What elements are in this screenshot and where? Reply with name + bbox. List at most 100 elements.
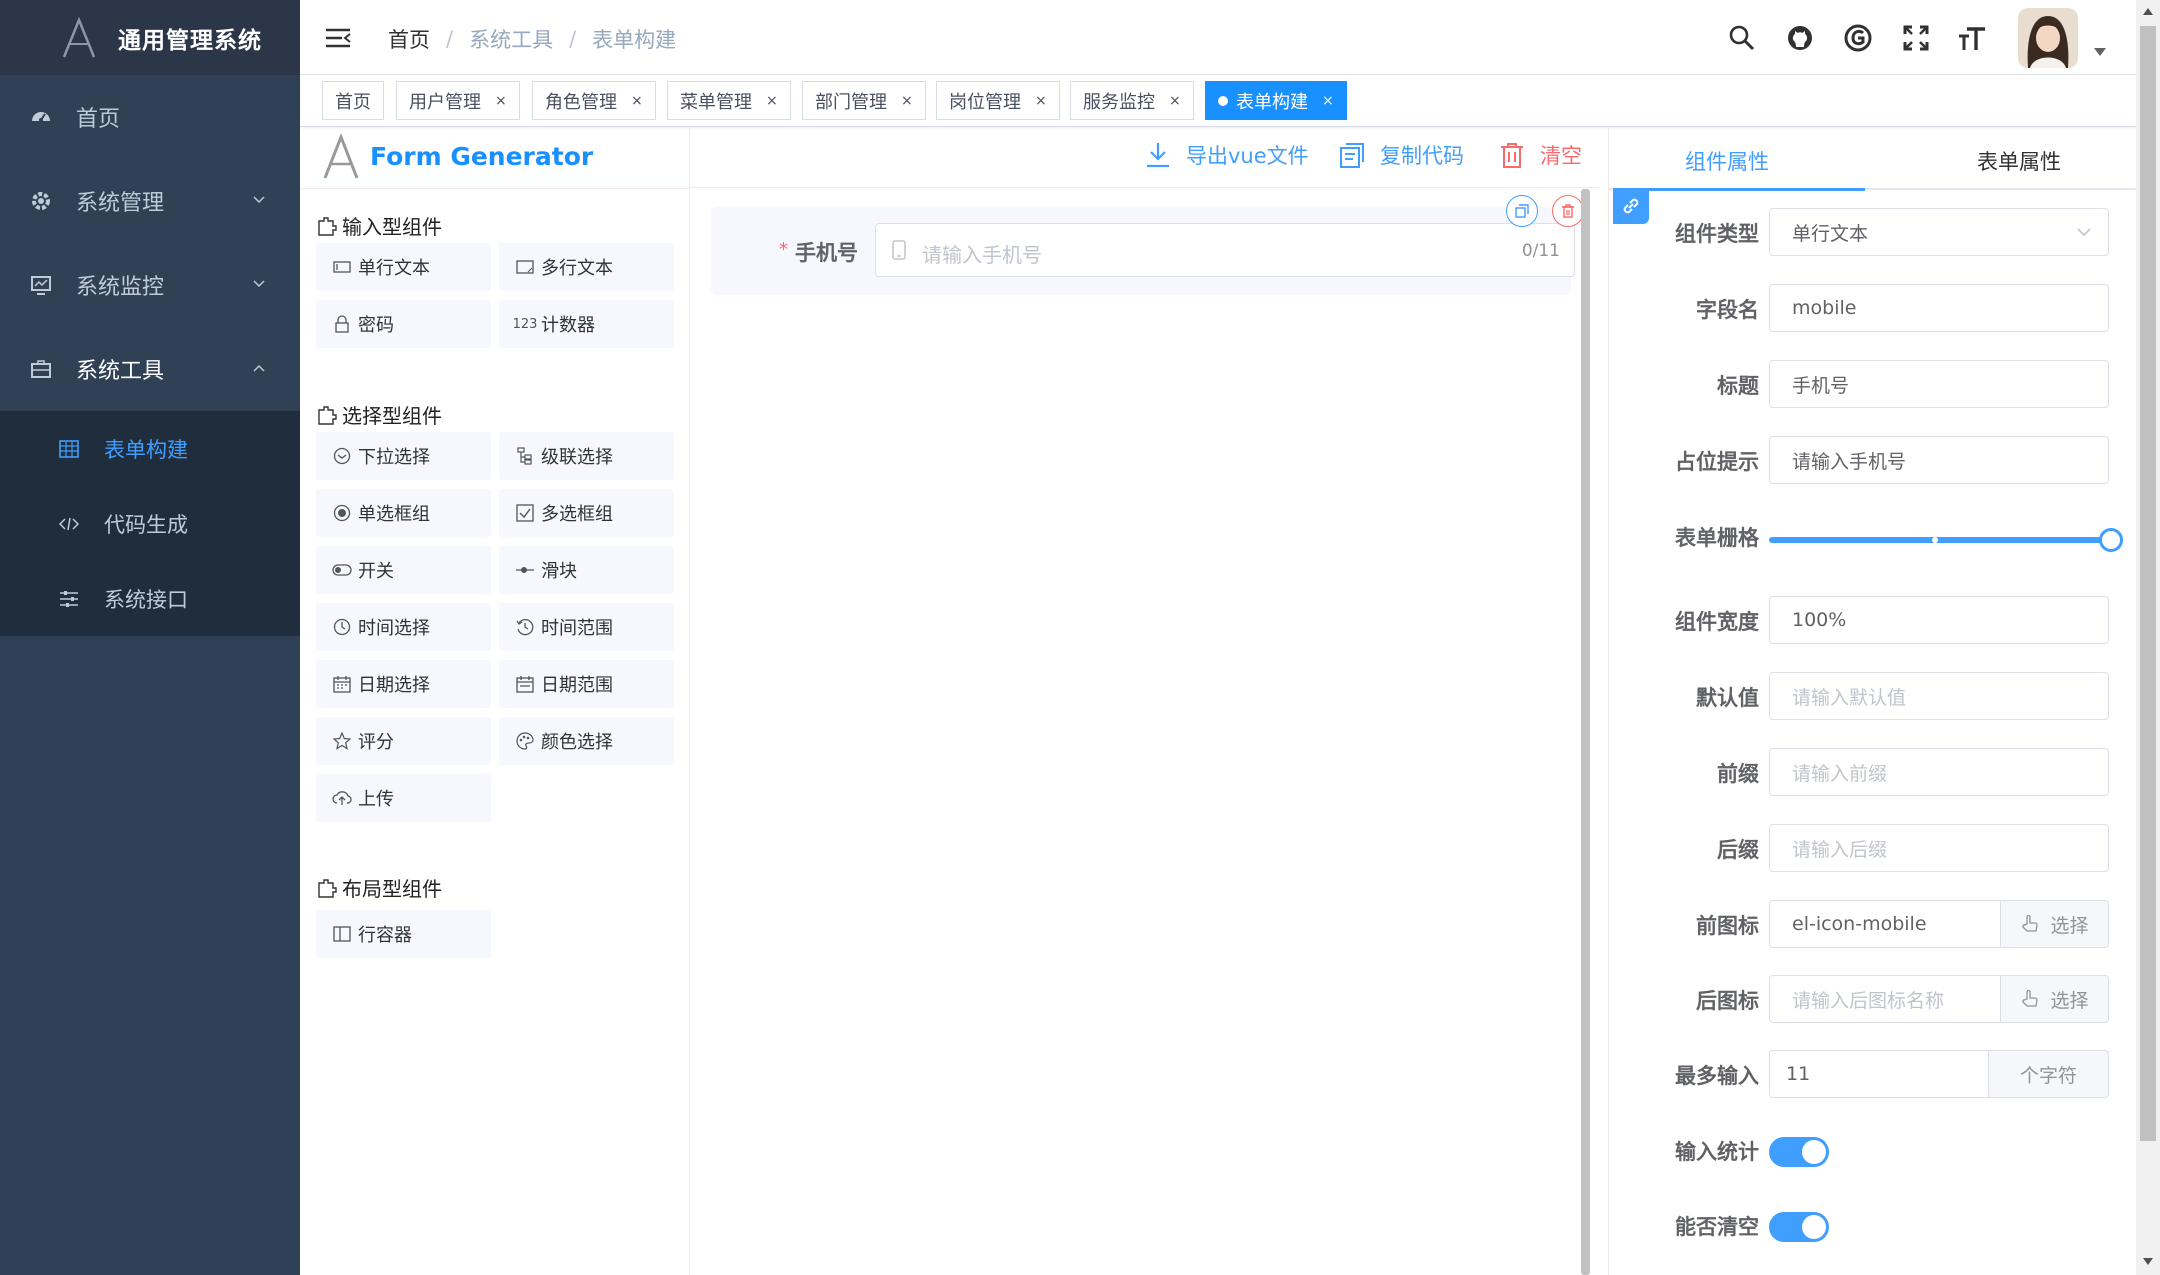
component-cascader[interactable]: 级联选择 bbox=[499, 432, 674, 480]
component-input[interactable]: 单行文本 bbox=[316, 243, 491, 291]
field-name-input[interactable]: mobile bbox=[1769, 284, 2109, 332]
doc-icon[interactable] bbox=[1842, 22, 1874, 54]
prop-label-width: 组件宽度 bbox=[1675, 610, 1759, 634]
placeholder-input[interactable]: 请输入手机号 bbox=[1769, 436, 2109, 484]
default-value-input[interactable]: 请输入默认值 bbox=[1769, 672, 2109, 720]
tab-component-props[interactable]: 组件属性 bbox=[1685, 146, 1769, 176]
component-textarea[interactable]: 多行文本 bbox=[499, 243, 674, 291]
group-title-select: 选择型组件 bbox=[316, 400, 442, 429]
export-vue-button[interactable]: 导出vue文件 bbox=[1144, 140, 1309, 170]
tag-label: 服务监控 bbox=[1083, 91, 1155, 113]
scroll-down-arrow-icon[interactable] bbox=[2143, 1258, 2153, 1265]
sidebar-item-tools[interactable]: 系统工具 bbox=[0, 327, 300, 411]
tag-dept[interactable]: 部门管理 × bbox=[802, 81, 926, 120]
close-icon[interactable]: × bbox=[631, 93, 643, 109]
avatar[interactable] bbox=[2018, 8, 2078, 68]
form-canvas[interactable]: * 手机号 请输入手机号 0/11 bbox=[690, 189, 1590, 1275]
component-number[interactable]: 123 计数器 bbox=[499, 300, 674, 348]
field-label: 手机号 bbox=[795, 241, 858, 265]
tag-role[interactable]: 角色管理 × bbox=[532, 81, 656, 120]
tag-menu[interactable]: 菜单管理 × bbox=[667, 81, 791, 120]
component-upload[interactable]: 上传 bbox=[316, 774, 491, 822]
scroll-up-arrow-icon[interactable] bbox=[2143, 8, 2153, 15]
tag-post[interactable]: 岗位管理 × bbox=[936, 81, 1060, 120]
caret-down-icon[interactable] bbox=[2094, 48, 2106, 56]
suffix-icon-select-button[interactable]: 选择 bbox=[2001, 975, 2109, 1023]
close-icon[interactable]: × bbox=[766, 93, 778, 109]
component-label: 多选框组 bbox=[541, 504, 613, 525]
slider-thumb[interactable] bbox=[2099, 528, 2123, 552]
tag-home[interactable]: 首页 bbox=[322, 81, 384, 120]
component-time[interactable]: 时间选择 bbox=[316, 603, 491, 651]
component-date[interactable]: 日期选择 bbox=[316, 660, 491, 708]
prop-label-suffix: 后缀 bbox=[1717, 838, 1759, 862]
close-icon[interactable]: × bbox=[1169, 93, 1181, 109]
span-slider[interactable] bbox=[1769, 525, 2123, 555]
close-icon[interactable]: × bbox=[901, 93, 913, 109]
prefix-input[interactable]: 请输入前缀 bbox=[1769, 748, 2109, 796]
close-icon[interactable]: × bbox=[495, 93, 507, 109]
drawing-item-mobile[interactable]: * 手机号 请输入手机号 0/11 bbox=[711, 195, 1584, 295]
component-radio[interactable]: 单选框组 bbox=[316, 489, 491, 537]
component-switch[interactable]: 开关 bbox=[316, 546, 491, 594]
scroll-thumb[interactable] bbox=[2140, 26, 2156, 1141]
component-select[interactable]: 下拉选择 bbox=[316, 432, 491, 480]
prefix-icon-select-button[interactable]: 选择 bbox=[2001, 900, 2109, 948]
search-icon[interactable] bbox=[1726, 22, 1758, 54]
sidebar-item-label: 系统监控 bbox=[76, 275, 165, 300]
component-type-select[interactable]: 单行文本 bbox=[1769, 208, 2109, 256]
table-icon bbox=[58, 438, 80, 460]
component-password[interactable]: 密码 bbox=[316, 300, 491, 348]
component-time-range[interactable]: 时间范围 bbox=[499, 603, 674, 651]
slider-stop bbox=[1932, 537, 1938, 543]
component-slider[interactable]: 滑块 bbox=[499, 546, 674, 594]
copy-code-button[interactable]: 复制代码 bbox=[1338, 140, 1464, 170]
word-limit-switch[interactable] bbox=[1769, 1137, 1829, 1167]
sidebar-item-api[interactable]: 系统接口 bbox=[0, 561, 300, 636]
canvas-scrollbar[interactable] bbox=[1581, 189, 1590, 1275]
github-icon[interactable] bbox=[1784, 22, 1816, 54]
close-icon[interactable]: × bbox=[1322, 93, 1334, 109]
sidebar-item-form-build[interactable]: 表单构建 bbox=[0, 411, 300, 486]
suffix-input[interactable]: 请输入后缀 bbox=[1769, 824, 2109, 872]
mobile-input[interactable]: 请输入手机号 0/11 bbox=[875, 223, 1575, 277]
clearable-switch[interactable] bbox=[1769, 1212, 1829, 1242]
gear-icon bbox=[28, 188, 54, 214]
group-title-input: 输入型组件 bbox=[316, 211, 442, 240]
component-row[interactable]: 行容器 bbox=[316, 910, 491, 958]
sidebar-item-home[interactable]: 首页 bbox=[0, 75, 300, 159]
monitor-icon bbox=[28, 272, 54, 298]
component-date-range[interactable]: 日期范围 bbox=[499, 660, 674, 708]
clear-button[interactable]: 清空 bbox=[1498, 140, 1582, 170]
breadcrumb-item: 表单构建 bbox=[592, 28, 677, 52]
fullscreen-icon[interactable] bbox=[1900, 22, 1932, 54]
prop-label-prefix: 前缀 bbox=[1717, 762, 1759, 786]
suffix-placeholder: 请输入后缀 bbox=[1792, 838, 1888, 861]
component-color[interactable]: 颜色选择 bbox=[499, 717, 674, 765]
tab-form-props[interactable]: 表单属性 bbox=[1977, 146, 2061, 176]
sidebar-item-code-gen[interactable]: 代码生成 bbox=[0, 486, 300, 561]
slider-icon bbox=[515, 560, 535, 580]
width-input[interactable]: 100% bbox=[1769, 596, 2109, 644]
tag-server[interactable]: 服务监控 × bbox=[1070, 81, 1194, 120]
component-rate[interactable]: 评分 bbox=[316, 717, 491, 765]
delete-icon bbox=[1562, 204, 1574, 218]
suffix-icon-input[interactable]: 请输入后图标名称 bbox=[1769, 975, 2001, 1023]
component-label: 滑块 bbox=[541, 561, 577, 582]
sidebar-item-system[interactable]: 系统管理 bbox=[0, 159, 300, 243]
delete-item-button[interactable] bbox=[1552, 195, 1584, 227]
breadcrumb-item[interactable]: 首页 bbox=[388, 24, 430, 54]
component-checkbox[interactable]: 多选框组 bbox=[499, 489, 674, 537]
font-size-icon[interactable] bbox=[1956, 22, 1988, 54]
maxlength-input[interactable]: 11 bbox=[1769, 1050, 1989, 1098]
title-input[interactable]: 手机号 bbox=[1769, 360, 2109, 408]
hamburger-icon[interactable] bbox=[324, 24, 352, 52]
prefix-icon-input[interactable]: el-icon-mobile bbox=[1769, 900, 2001, 948]
tag-user[interactable]: 用户管理 × bbox=[396, 81, 520, 120]
input-icon bbox=[332, 257, 352, 277]
tag-form-build[interactable]: 表单构建 × bbox=[1205, 81, 1347, 120]
close-icon[interactable]: × bbox=[1035, 93, 1047, 109]
window-scrollbar[interactable] bbox=[2136, 0, 2160, 1275]
copy-item-button[interactable] bbox=[1506, 195, 1538, 227]
sidebar-item-monitor[interactable]: 系统监控 bbox=[0, 243, 300, 327]
